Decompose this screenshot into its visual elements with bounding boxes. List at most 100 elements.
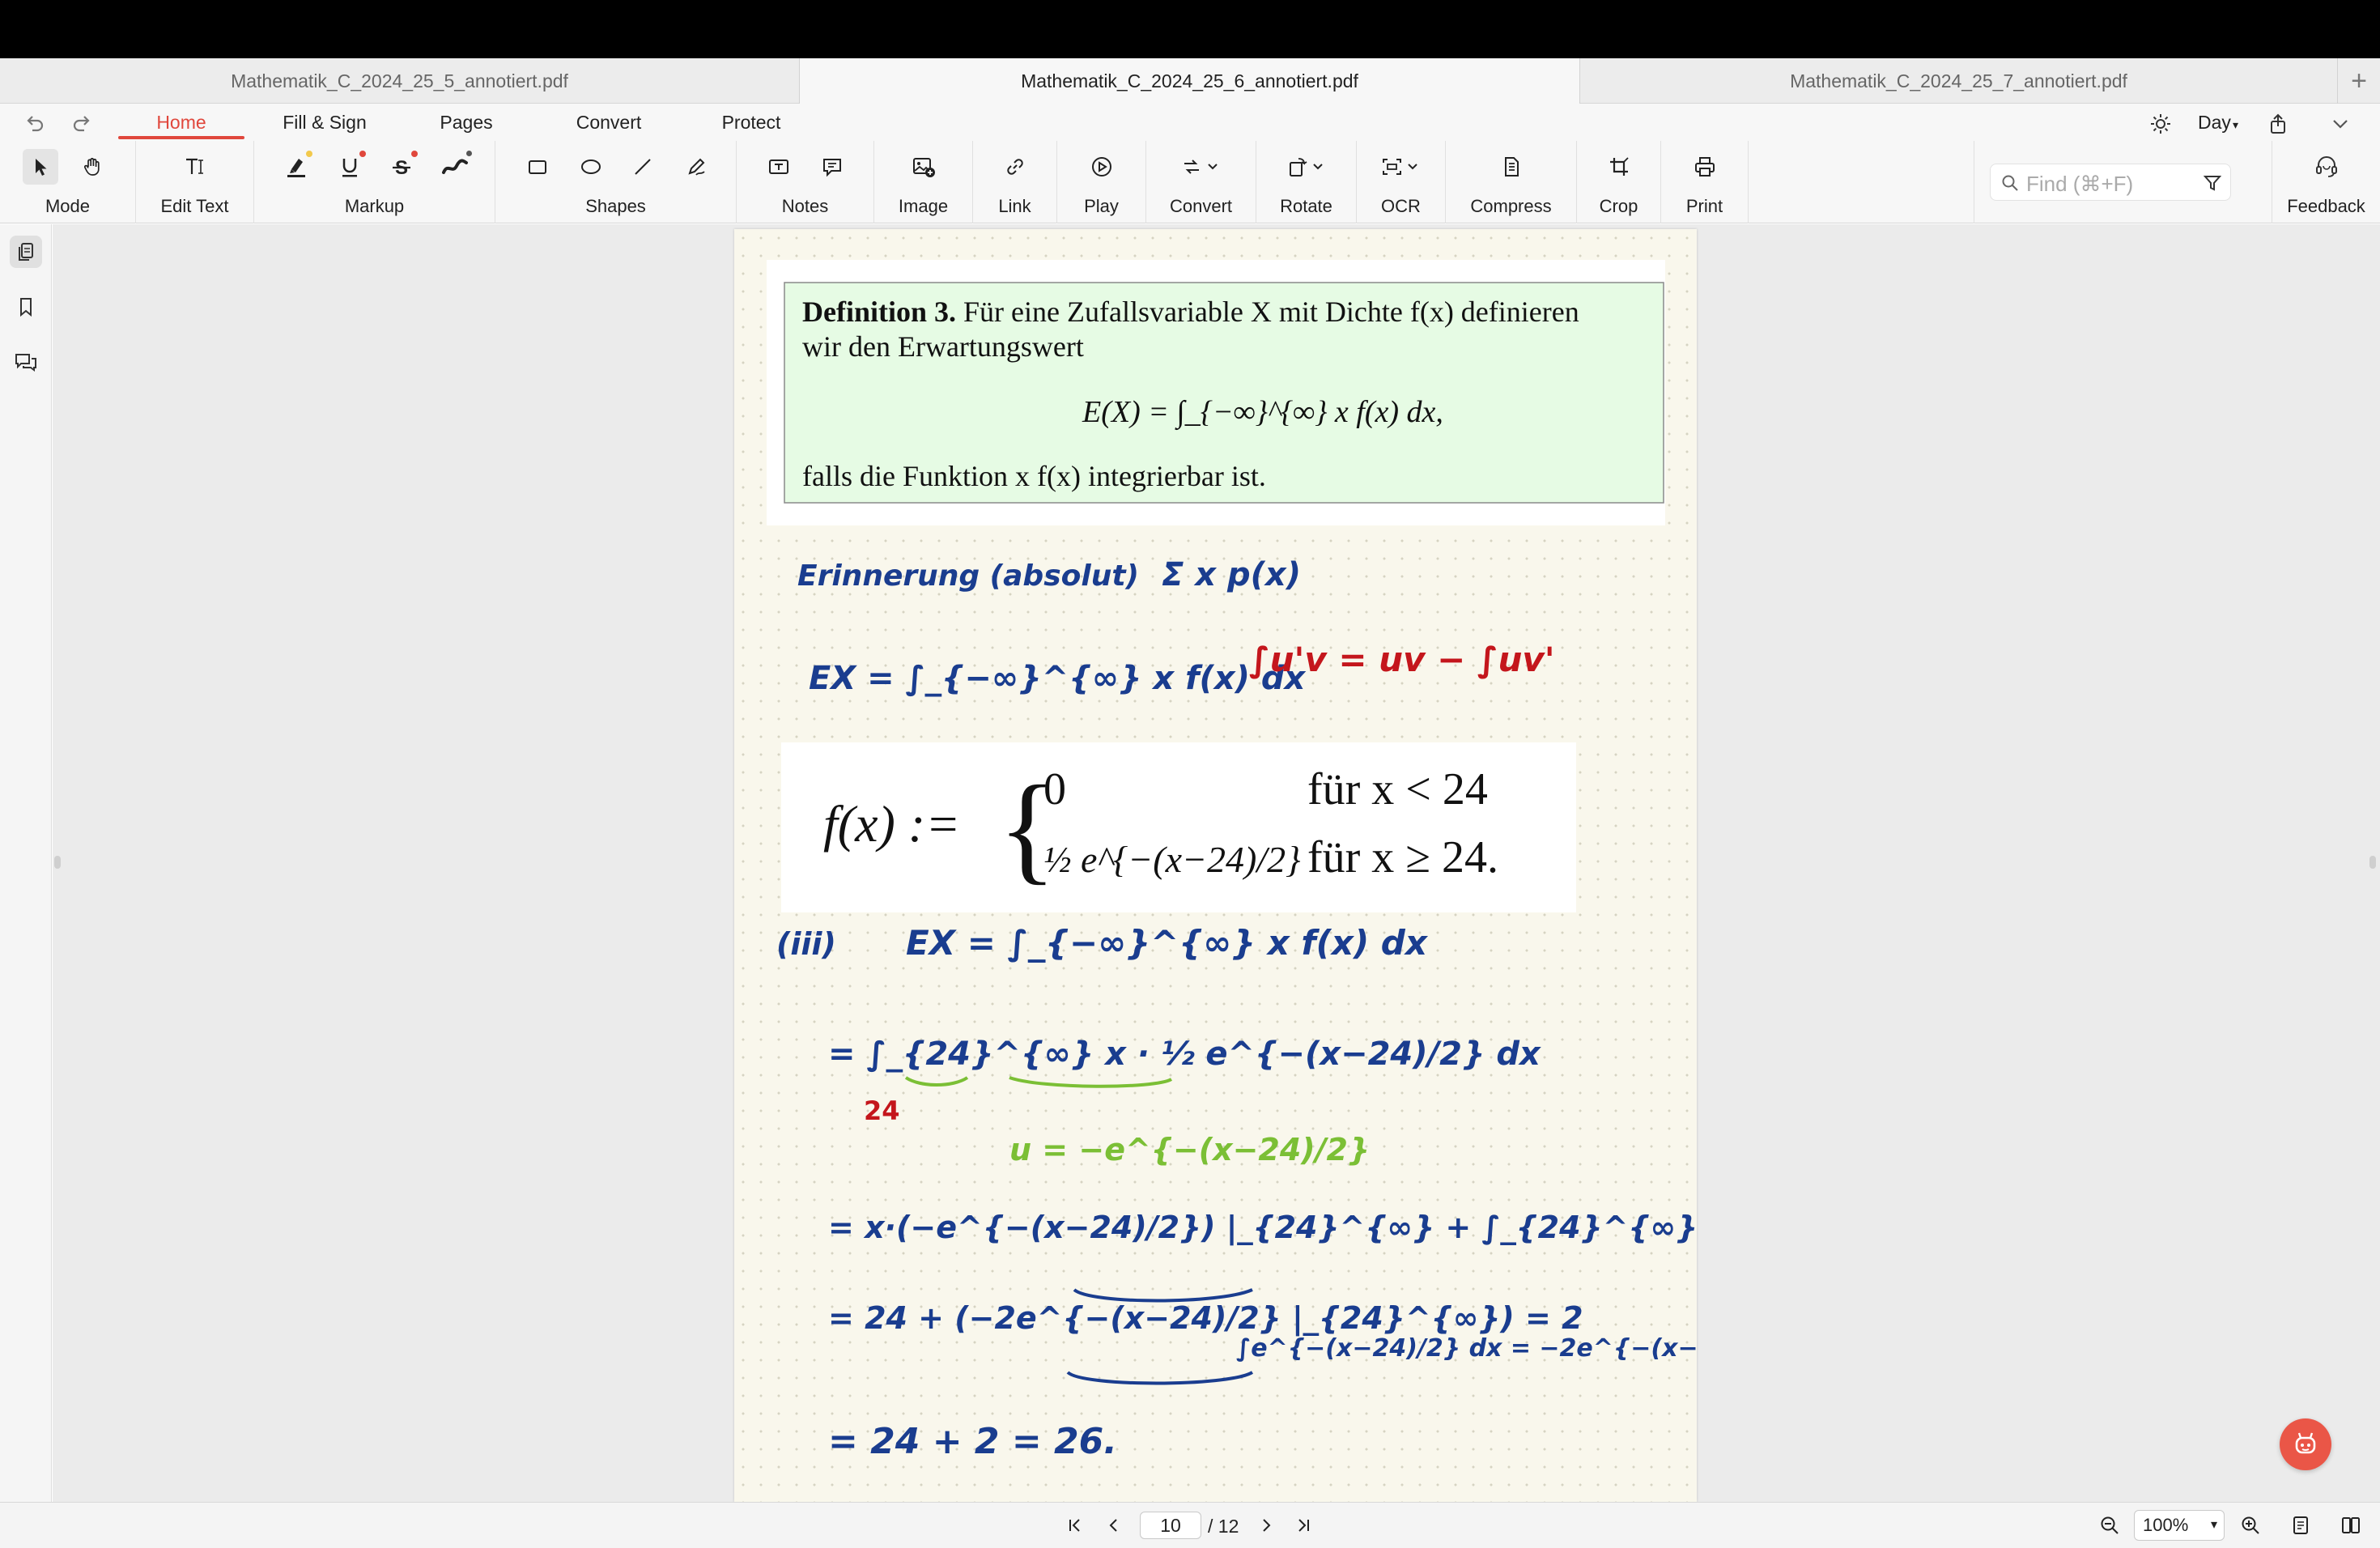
print-group[interactable]: Print	[1661, 141, 1749, 223]
panel-resize-handle[interactable]	[2369, 856, 2376, 869]
handwritten-discrete-sum: Σ x p(x)	[1162, 556, 1301, 593]
bookmark-icon[interactable]	[10, 291, 42, 323]
ocr-group[interactable]: OCR	[1357, 141, 1446, 223]
handwritten-ex-integral: EX = ∫_{−∞}^{∞} x f(x) dx	[906, 923, 1429, 963]
share-icon[interactable]	[2264, 110, 2292, 138]
edit-text-group[interactable]: Edit Text	[136, 141, 254, 223]
last-page-icon[interactable]	[1290, 1512, 1316, 1538]
crop-group[interactable]: Crop	[1577, 141, 1661, 223]
highlighter-icon[interactable]	[278, 149, 314, 185]
collapse-ribbon-chevron-icon[interactable]	[2327, 110, 2354, 138]
shapes-label: Shapes	[585, 196, 646, 216]
convert-label: Convert	[1169, 196, 1233, 216]
feedback-headset-icon[interactable]	[2309, 149, 2344, 185]
rotate-group[interactable]: Rotate	[1256, 141, 1357, 223]
markup-label: Markup	[344, 196, 405, 216]
rotate-label: Rotate	[1280, 196, 1332, 216]
definition-line-1: Definition 3. Für eine Zufallsvariable X…	[802, 296, 1579, 328]
active-menu-indicator	[118, 136, 244, 139]
rotate-icon[interactable]	[1284, 149, 1329, 185]
menu-home[interactable]: Home	[118, 110, 244, 134]
single-page-view-icon[interactable]	[2288, 1512, 2314, 1538]
shapes-group: Shapes	[495, 141, 737, 223]
pdf-page[interactable]: Definition 3. Für eine Zufallsvariable X…	[734, 229, 1697, 1502]
two-page-view-icon[interactable]	[2338, 1512, 2364, 1538]
select-arrow-icon[interactable]	[23, 149, 58, 185]
tab-title: Mathematik_C_2024_25_6_annotiert.pdf	[1021, 70, 1358, 91]
zoom-level-select[interactable]: 100% ▾	[2134, 1510, 2225, 1541]
piecewise-case-2-value: ½ e^{−(x−24)/2}	[1043, 839, 1301, 880]
first-page-icon[interactable]	[1062, 1512, 1088, 1538]
text-box-icon[interactable]	[761, 149, 797, 185]
filter-icon[interactable]	[2203, 173, 2222, 193]
definition-line-2: wir den Erwartungswert	[802, 330, 1084, 363]
line-icon[interactable]	[625, 149, 661, 185]
play-icon[interactable]	[1084, 149, 1120, 185]
handwritten-blue-brace-1	[1073, 1288, 1253, 1303]
notes-label: Notes	[781, 196, 829, 216]
tab-title: Mathematik_C_2024_25_7_annotiert.pdf	[1790, 70, 2127, 91]
handwritten-result: = 24 + 2 = 26.	[828, 1421, 1117, 1462]
markup-group: S Markup	[254, 141, 495, 223]
feedback-group[interactable]: Feedback	[2272, 141, 2380, 223]
ai-assistant-button[interactable]	[2280, 1418, 2331, 1470]
ribbon-menu: Home Fill & Sign Pages Convert Protect D…	[0, 104, 2380, 141]
handwritten-u-definition: u = −e^{−(x−24)/2}	[1009, 1132, 1370, 1167]
menu-protect[interactable]: Protect	[706, 110, 797, 134]
play-group[interactable]: Play	[1057, 141, 1146, 223]
menu-pages[interactable]: Pages	[426, 110, 507, 134]
undo-icon[interactable]	[21, 110, 49, 138]
pencil-draw-icon[interactable]	[678, 149, 714, 185]
page-number-input[interactable]: 10	[1140, 1512, 1201, 1539]
printer-icon[interactable]	[1687, 149, 1723, 185]
document-tab-active[interactable]: Mathematik_C_2024_25_6_annotiert.pdf	[800, 58, 1580, 104]
expectation-formula: E(X) = ∫_{−∞}^{∞} x f(x) dx,	[1082, 395, 1443, 431]
image-group[interactable]: Image	[874, 141, 973, 223]
hand-icon[interactable]	[74, 149, 110, 185]
convert-icon[interactable]	[1179, 149, 1224, 185]
comments-icon[interactable]	[10, 346, 42, 378]
sidebar-resize-handle[interactable]	[54, 856, 61, 869]
menu-fill-sign[interactable]: Fill & Sign	[272, 110, 377, 134]
link-group[interactable]: Link	[973, 141, 1057, 223]
ellipse-icon[interactable]	[573, 149, 609, 185]
compress-icon[interactable]	[1494, 149, 1529, 185]
play-label: Play	[1084, 196, 1119, 216]
pages-icon[interactable]	[10, 236, 42, 268]
piecewise-lhs: f(x) :=	[823, 795, 960, 853]
ocr-scan-icon[interactable]	[1379, 149, 1424, 185]
find-input[interactable]: Find (⌘+F)	[1990, 164, 2231, 201]
handwritten-blue-brace-2	[1066, 1371, 1254, 1385]
assistant-robot-icon	[2295, 1432, 2316, 1454]
crop-label: Crop	[1599, 196, 1638, 216]
crop-icon[interactable]	[1601, 149, 1637, 185]
zoom-in-icon[interactable]	[2238, 1512, 2263, 1538]
theme-select[interactable]: Day ▾	[2189, 110, 2247, 134]
comment-note-icon[interactable]	[814, 149, 850, 185]
next-page-icon[interactable]	[1253, 1512, 1279, 1538]
theme-sun-icon[interactable]	[2147, 110, 2174, 138]
menu-convert[interactable]: Convert	[563, 110, 654, 134]
document-tab[interactable]: Mathematik_C_2024_25_5_annotiert.pdf	[0, 58, 800, 104]
handwritten-green-brace	[904, 1076, 1173, 1088]
document-tab[interactable]: Mathematik_C_2024_25_7_annotiert.pdf	[1580, 58, 2338, 104]
screen-top-bar	[0, 0, 2380, 58]
add-image-icon[interactable]	[906, 149, 941, 185]
strikethrough-icon[interactable]: S	[384, 149, 419, 185]
new-tab-button[interactable]: +	[2338, 58, 2380, 104]
document-tab-bar: Mathematik_C_2024_25_5_annotiert.pdf Mat…	[0, 58, 2380, 104]
link-icon[interactable]	[997, 149, 1033, 185]
handwritten-reminder: Erinnerung (absolut)	[797, 559, 1139, 593]
edit-text-icon[interactable]	[177, 149, 213, 185]
convert-group[interactable]: Convert	[1146, 141, 1256, 223]
previous-page-icon[interactable]	[1101, 1512, 1127, 1538]
compress-group[interactable]: Compress	[1446, 141, 1577, 223]
redo-icon[interactable]	[68, 110, 96, 138]
mode-label: Mode	[45, 196, 91, 216]
zoom-out-icon[interactable]	[2097, 1512, 2123, 1538]
freehand-ink-icon[interactable]	[437, 149, 473, 185]
underline-icon[interactable]	[332, 149, 368, 185]
chevron-down-icon: ▾	[2210, 1518, 2217, 1532]
piecewise-case-1-value: 0	[1043, 764, 1066, 814]
rectangle-icon[interactable]	[520, 149, 555, 185]
